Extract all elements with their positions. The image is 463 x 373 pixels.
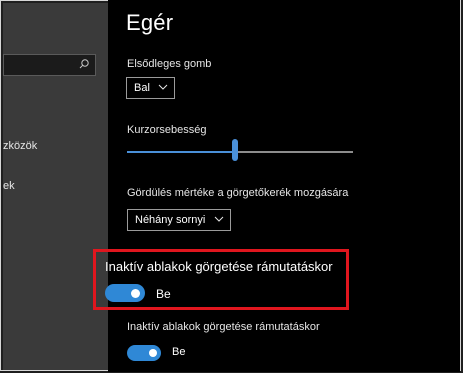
search-icon[interactable]: [78, 58, 90, 70]
primary-button-dropdown[interactable]: Bal: [126, 77, 175, 99]
sidebar-item[interactable]: ek: [3, 180, 15, 192]
cursor-speed-slider[interactable]: [127, 151, 353, 153]
page-title: Egér: [126, 10, 174, 35]
inactive-scroll-toggle-highlighted[interactable]: [105, 284, 145, 302]
search-input[interactable]: [3, 54, 96, 76]
chevron-down-icon: [214, 216, 224, 222]
inactive-scroll-label: Inaktív ablakok görgetése rámutatáskor: [127, 321, 320, 333]
inactive-scroll-toggle[interactable]: [127, 345, 161, 361]
chevron-down-icon: [158, 84, 168, 90]
toggle-knob: [149, 349, 157, 357]
navigation-pane: zközök ek: [3, 3, 108, 370]
cursor-speed-slider-thumb[interactable]: [232, 139, 239, 161]
inactive-scroll-state-highlighted: Be: [156, 287, 171, 301]
primary-button-label: Elsődleges gomb: [127, 58, 212, 70]
wheel-scroll-label: Gördülés mértéke a görgetőkerék mozgásár…: [127, 187, 349, 199]
sidebar-item-devices[interactable]: zközök: [3, 140, 37, 152]
primary-button-value: Bal: [134, 82, 150, 94]
wheel-scroll-value: Néhány sornyi: [135, 214, 206, 226]
wheel-scroll-dropdown[interactable]: Néhány sornyi: [127, 209, 231, 231]
settings-content: Egér Elsődleges gomb Bal Kurzorsebesség …: [108, 0, 460, 372]
toggle-knob: [131, 288, 140, 298]
cursor-speed-label: Kurzorsebesség: [127, 124, 207, 136]
inactive-scroll-state: Be: [172, 346, 186, 358]
inactive-scroll-label-highlighted: Inaktív ablakok görgetése rámutatáskor: [105, 259, 333, 274]
cursor-speed-slider-fill: [127, 151, 236, 153]
